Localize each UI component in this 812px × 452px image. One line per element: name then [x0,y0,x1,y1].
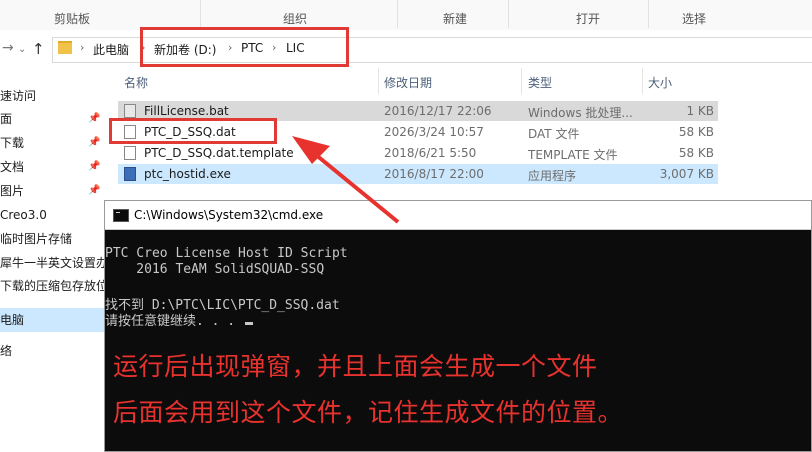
file-date: 2016/12/17 22:06 [384,104,492,118]
sidebar-item-downloads[interactable]: 下载 📌 [0,132,105,154]
console-icon [113,209,129,222]
file-size: 3,007 KB [659,167,714,181]
ribbon-group-organize[interactable]: 组织 [283,10,307,27]
sidebar-item-zip-storage[interactable]: 下载的压缩包存放位 [0,275,105,297]
sidebar-item-network[interactable]: 网络 [0,340,105,362]
cmd-prompt-line: 请按任意键继续. . . [105,310,253,329]
recent-dropdown-icon[interactable]: ⌄ [18,44,26,55]
sidebar-item-documents[interactable]: 文档 📌 [0,156,105,178]
cmd-output-line: 2016 TeAM SolidSQUAD-SSQ [105,262,325,277]
sidebar-item-temp-images[interactable]: 临时图片存储 [0,228,105,250]
cmd-title-text: C:\Windows\System32\cmd.exe [134,208,324,222]
ribbon-group-new[interactable]: 新建 [443,10,467,27]
exe-icon [124,167,136,181]
pin-icon: 📌 [88,137,101,148]
pin-icon: 📌 [88,113,101,124]
file-row[interactable]: ptc_hostid.exe 2016/8/17 22:00 应用程序 3,00… [118,164,718,184]
cmd-output-line: PTC Creo License Host ID Script [105,246,348,261]
sidebar-item-label: 网络 [0,344,13,358]
file-name: PTC_D_SSQ.dat.template [144,146,294,160]
sidebar-item-creo[interactable]: Creo3.0 [0,204,105,226]
file-highlight-box [109,118,277,144]
ribbon: 剪贴板 组织 新建 打开 选择 [0,0,812,31]
file-date: 2018/6/21 5:50 [384,146,477,160]
sidebar-item-label: 下载 [0,136,25,150]
ribbon-group-open[interactable]: 打开 [576,10,600,27]
breadcrumb-this-pc[interactable]: 此电脑 [93,41,129,58]
sidebar-item-label: 下载的压缩包存放位 [0,279,105,293]
bat-file-icon [124,104,136,118]
file-date: 2016/8/17 22:00 [384,167,484,181]
pin-icon: 📌 [88,185,101,196]
file-icon [124,146,136,160]
sidebar-item-label: Creo3.0 [0,208,47,222]
ribbon-divider [508,0,509,28]
column-divider[interactable] [521,68,522,94]
sidebar-item-label: 图片 [0,184,25,198]
sidebar-item-this-pc[interactable]: 此电脑 [0,308,105,332]
file-name: FillLicense.bat [144,104,229,118]
chevron-right-icon[interactable]: › [80,41,84,54]
column-header-name[interactable]: 名称 [124,74,148,91]
cmd-prompt-text: 请按任意键继续. . . [105,314,243,329]
text-cursor [244,322,253,325]
file-date: 2026/3/24 10:57 [384,125,484,139]
sidebar-item-label: 文档 [0,160,25,174]
sidebar-item-desktop[interactable]: 桌面 📌 [0,108,105,130]
forward-arrow-icon[interactable]: → [2,40,14,56]
file-type: DAT 文件 [528,127,580,141]
folder-icon [58,41,72,54]
sidebar-item-rhino-settings[interactable]: 犀牛一半英文设置办 [0,252,105,274]
file-size: 58 KB [678,146,714,160]
file-row[interactable]: PTC_D_SSQ.dat.template 2018/6/21 5:50 TE… [118,143,718,163]
cmd-window[interactable]: C:\Windows\System32\cmd.exe PTC Creo Lic… [104,200,812,452]
sidebar-item-quick-access[interactable]: 快速访问 [0,85,105,107]
annotation-line-1: 运行后出现弹窗，并且上面会生成一个文件 [113,352,598,381]
ribbon-divider [200,0,201,28]
file-size: 1 KB [686,104,714,118]
ribbon-group-clipboard[interactable]: 剪贴板 [54,10,90,27]
sidebar-item-label: 此电脑 [0,313,25,327]
navigation-pane: 快速访问 桌面 📌 下载 📌 文档 📌 图片 📌 Creo3.0 临时图片存储 犀牛一半… [0,68,105,452]
column-divider[interactable] [378,68,379,94]
file-type: 应用程序 [528,169,577,183]
sidebar-item-label: 桌面 [0,112,13,126]
column-divider[interactable] [642,68,643,94]
ribbon-divider [648,0,649,28]
file-type: TEMPLATE 文件 [528,148,618,162]
column-header-type[interactable]: 类型 [528,74,552,91]
column-header-date[interactable]: 修改日期 [384,74,432,91]
address-highlight-box [140,27,349,67]
sidebar-item-label: 快速访问 [0,89,37,103]
ribbon-group-select[interactable]: 选择 [682,10,706,27]
cmd-title-bar[interactable]: C:\Windows\System32\cmd.exe [105,201,811,230]
sidebar-item-label: 犀牛一半英文设置办 [0,256,105,270]
file-size: 58 KB [678,125,714,139]
sidebar-item-pictures[interactable]: 图片 📌 [0,180,105,202]
sidebar-item-label: 临时图片存储 [0,232,73,246]
up-arrow-icon[interactable]: ↑ [32,40,45,58]
pin-icon: 📌 [88,161,101,172]
column-header-size[interactable]: 大小 [648,74,672,91]
ribbon-divider [397,0,398,28]
annotation-line-2: 后面会用到这个文件，记住生成文件的位置。 [113,398,624,427]
file-name: ptc_hostid.exe [144,167,231,181]
